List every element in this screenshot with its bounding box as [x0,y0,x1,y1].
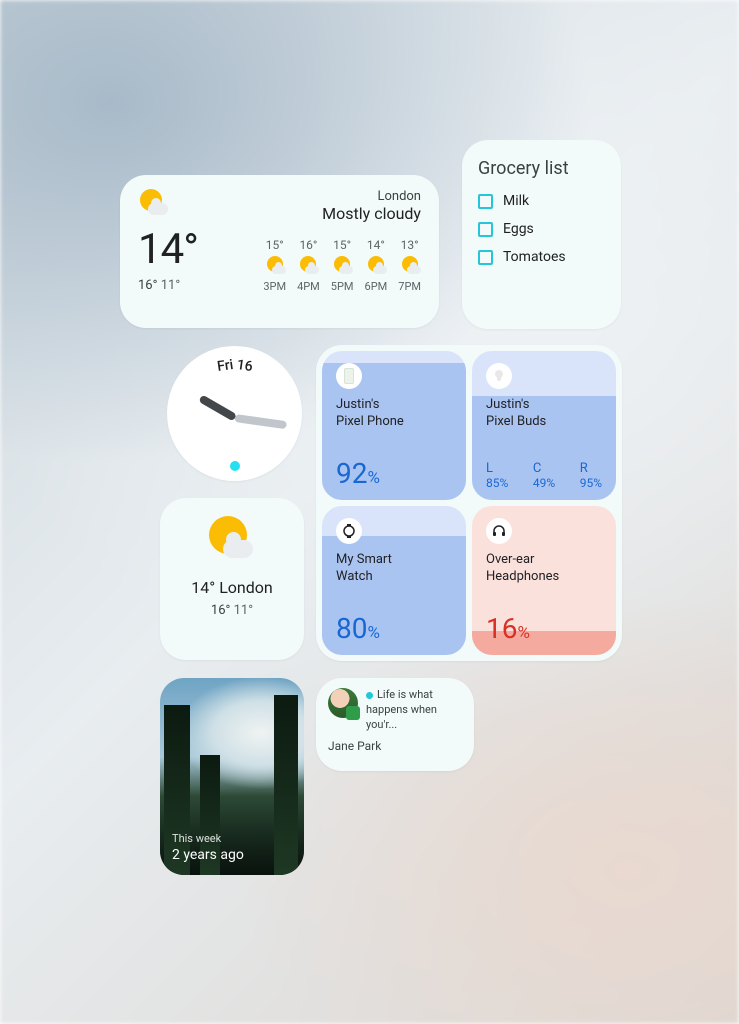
headphones-icon [486,518,512,544]
weather-small-widget[interactable]: 14° London 16° 11° [160,498,304,660]
sender-avatar [328,688,358,718]
device-name: My Smart Watch [336,552,452,586]
photos-memory-widget[interactable]: This week 2 years ago [160,678,304,875]
unread-dot-icon [366,692,373,699]
checkbox-icon[interactable] [478,194,493,209]
battery-tile-headphones[interactable]: Over-ear Headphones 16% [472,506,616,655]
weather-high-low: 16° 11° [211,603,253,618]
battery-widget[interactable]: Justin's Pixel Phone 92% Justin's Pixel … [316,345,622,661]
buds-battery-row: L85% C49% R95% [486,461,602,490]
clock-widget[interactable]: Fri16 [167,346,302,481]
grocery-item[interactable]: Milk [478,193,605,209]
phone-icon [336,363,362,389]
device-name: Over-ear Headphones [486,552,602,586]
sender-name: Jane Park [328,739,462,753]
message-widget[interactable]: Life is what happens when you'r... Jane … [316,678,474,771]
battery-tile-buds[interactable]: Justin's Pixel Buds L85% C49% R95% [472,351,616,500]
hour-hand [198,394,237,421]
battery-percent: 80% [336,612,452,645]
weather-city: London [322,189,421,204]
earbuds-icon [486,363,512,389]
message-preview: Life is what happens when you'r... [366,688,462,733]
checkbox-icon[interactable] [478,250,493,265]
hourly-forecast: 15°3PM 16°4PM 15°5PM 14°6PM 13°7PM [263,238,421,293]
weather-temp-city: 14° London [191,578,273,597]
memory-title: 2 years ago [172,847,244,863]
weather-icon [207,516,257,566]
battery-percent: 16% [486,612,602,645]
weather-high-low: 16° 11° [138,278,198,293]
checkbox-icon[interactable] [478,222,493,237]
battery-tile-phone[interactable]: Justin's Pixel Phone 92% [322,351,466,500]
weather-wide-widget[interactable]: London Mostly cloudy 14° 16° 11° 15°3PM … [120,175,439,328]
minute-hand [234,414,287,429]
weather-current-temp: 14° [138,225,198,274]
grocery-title: Grocery list [478,158,605,179]
grocery-list-widget[interactable]: Grocery list Milk Eggs Tomatoes [462,140,621,329]
grocery-item[interactable]: Tomatoes [478,249,605,265]
grocery-item[interactable]: Eggs [478,221,605,237]
battery-percent: 92% [336,457,452,490]
clock-indicator-dot [230,461,240,471]
watch-icon [336,518,362,544]
memory-subtitle: This week [172,832,244,845]
weather-condition: Mostly cloudy [322,204,421,223]
device-name: Justin's Pixel Phone [336,397,452,431]
device-name: Justin's Pixel Buds [486,397,602,431]
weather-icon [138,189,168,219]
clock-date: Fri16 [167,356,302,372]
battery-tile-watch[interactable]: My Smart Watch 80% [322,506,466,655]
